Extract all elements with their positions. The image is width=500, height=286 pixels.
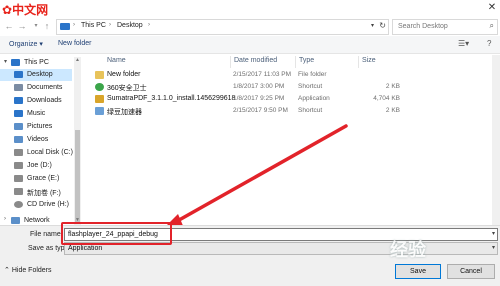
network-icon [11, 217, 20, 224]
cancel-button[interactable]: Cancel [447, 264, 495, 279]
sidebar-item-music[interactable]: Music [0, 108, 72, 120]
file-name-label: File name: [30, 231, 63, 238]
chevron-up-icon: ⌃ [4, 267, 10, 274]
view-options-icon[interactable]: ☰▾ [458, 39, 469, 48]
breadcrumb-this-pc[interactable]: This PC [81, 22, 106, 29]
downloads-icon [14, 97, 23, 104]
drive-icon [14, 162, 23, 169]
desktop-icon [14, 71, 23, 78]
drive-icon [14, 188, 23, 195]
this-pc-icon [60, 23, 70, 30]
new-folder-button[interactable]: New folder [58, 40, 91, 47]
watermark-bottom: 经验 [390, 240, 426, 261]
watermark-logo: ✿中文网 [2, 1, 52, 17]
music-icon [14, 110, 23, 117]
navigation-pane: ▾ This PC Desktop Documents Downloads Mu… [0, 55, 82, 225]
file-list-scrollbar[interactable] [492, 55, 500, 225]
sidebar-item-local-disk-c[interactable]: Local Disk (C:) [0, 147, 73, 159]
hide-folders-toggle[interactable]: ⌃ Hide Folders [4, 266, 52, 274]
search-placeholder: Search Desktop [398, 23, 448, 30]
navigation-pane-scrollbar[interactable]: ▲ ▼ [74, 57, 81, 225]
help-icon[interactable]: ? [487, 39, 491, 48]
column-divider[interactable] [358, 56, 359, 68]
collapse-chevron-icon[interactable]: ▾ [4, 58, 7, 65]
save-button[interactable]: Save [395, 264, 441, 279]
refresh-icon[interactable]: ↻ [379, 21, 386, 30]
file-row[interactable]: New folder 2/15/2017 11:03 PM File folde… [90, 69, 440, 81]
sidebar-item-joe-d[interactable]: Joe (D:) [0, 160, 72, 172]
search-icon[interactable]: ⌕ [490, 21, 494, 31]
forward-button[interactable]: → [17, 20, 27, 32]
shortcut-icon [95, 83, 104, 91]
pictures-icon [14, 123, 23, 130]
organize-label: Organize [9, 41, 38, 48]
file-name-dropdown-icon[interactable]: ▾ [492, 230, 495, 237]
videos-icon [14, 136, 23, 143]
shortcut-icon [95, 107, 104, 115]
breadcrumb-separator-icon: › [73, 22, 75, 28]
sidebar-item-downloads[interactable]: Downloads [0, 95, 72, 107]
sidebar-item-cd-drive-h[interactable]: CD Drive (H:) [0, 199, 72, 211]
expand-chevron-icon[interactable]: › [4, 216, 6, 222]
file-row[interactable]: 360安全卫士 1/8/2017 3:00 PM Shortcut 2 KB [90, 81, 440, 93]
organize-button[interactable]: Organize ▾ [9, 40, 43, 48]
save-as-type-value: Application [68, 245, 103, 252]
recent-locations-dropdown[interactable]: ▾ [31, 20, 41, 32]
breadcrumb-separator-icon: › [109, 22, 111, 28]
column-divider[interactable] [295, 56, 296, 68]
breadcrumb-desktop[interactable]: Desktop [117, 22, 143, 29]
folder-icon [95, 71, 104, 79]
close-icon[interactable]: ✕ [486, 2, 498, 14]
drive-icon [14, 149, 23, 156]
sidebar-item-grace-e[interactable]: Grace (E:) [0, 173, 72, 185]
address-dropdown-icon[interactable]: ▾ [371, 22, 374, 29]
file-row[interactable]: 绿豆加速器 2/15/2017 9:50 PM Shortcut 2 KB [90, 105, 440, 117]
back-button[interactable]: ← [4, 20, 14, 32]
sidebar-item-volume-f[interactable]: 新加卷 (F:) [0, 186, 72, 198]
cd-drive-icon [14, 201, 23, 208]
watermark-paw-icon: ✿ [2, 3, 13, 17]
sidebar-item-documents[interactable]: Documents [0, 82, 72, 94]
save-as-type-dropdown-icon[interactable]: ▾ [492, 244, 495, 251]
documents-icon [14, 84, 23, 91]
app-icon [95, 95, 104, 103]
sidebar-item-this-pc[interactable]: ▾ This PC [0, 57, 72, 69]
breadcrumb-separator-icon: › [148, 22, 150, 28]
search-box[interactable]: Search Desktop ⌕ [392, 19, 498, 35]
organize-dropdown-icon: ▾ [39, 41, 43, 48]
sidebar-item-pictures[interactable]: Pictures [0, 121, 72, 133]
drive-icon [14, 175, 23, 182]
hide-folders-label: Hide Folders [11, 267, 52, 274]
annotation-highlight-box [61, 222, 172, 245]
scrollbar-thumb[interactable] [75, 130, 80, 223]
file-row[interactable]: SumatraPDF_3.1.1.0_install.1456299618 1/… [90, 93, 440, 105]
annotation-arrow-icon [160, 124, 348, 232]
title-bar [0, 0, 500, 17]
computer-icon [11, 59, 20, 66]
scroll-up-icon[interactable]: ▲ [74, 57, 81, 65]
address-bar[interactable]: › This PC › Desktop › ▾ ↻ [56, 19, 389, 35]
up-button[interactable]: ↑ [42, 20, 52, 32]
sidebar-item-desktop[interactable]: Desktop [0, 69, 72, 81]
watermark-logo-text: 中文网 [12, 3, 49, 17]
sidebar-item-videos[interactable]: Videos [0, 134, 72, 146]
column-divider[interactable] [230, 56, 231, 68]
